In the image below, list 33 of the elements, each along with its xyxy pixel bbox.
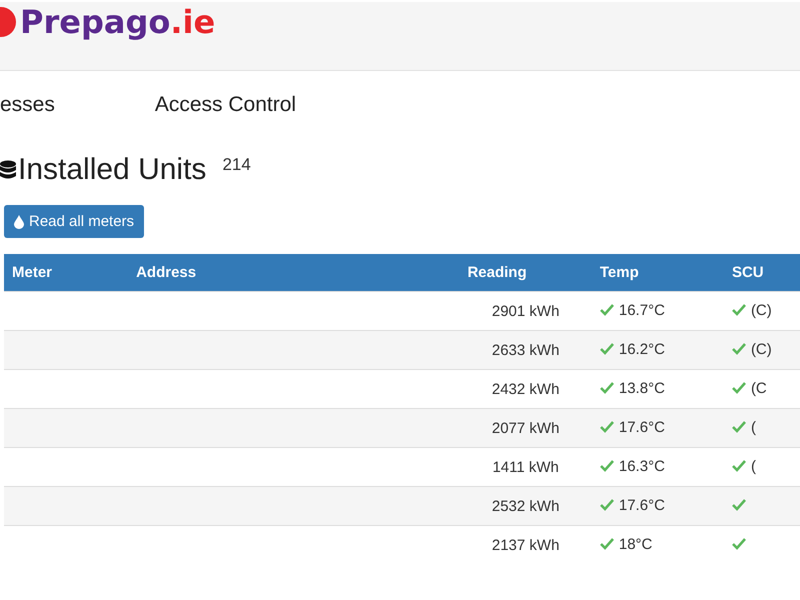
temperature: 16.2°C bbox=[618, 340, 665, 358]
temperature: 17.6°C bbox=[618, 418, 665, 436]
meter-reading: 2901 kWh bbox=[492, 302, 560, 320]
meter-reading: 2532 kWh bbox=[492, 498, 560, 514]
column-header: Meter bbox=[4, 254, 128, 292]
scu-status: (C bbox=[750, 380, 767, 397]
drop-icon bbox=[14, 214, 24, 228]
scu-status: ( bbox=[750, 418, 756, 436]
column-header: Address bbox=[128, 254, 460, 292]
column-header: SCU bbox=[724, 254, 800, 292]
read-all-meters-button[interactable]: Read all meters bbox=[4, 205, 144, 238]
nav-link[interactable]: esses bbox=[0, 93, 55, 123]
logo-mark-icon bbox=[0, 7, 16, 37]
temperature: 16.3°C bbox=[618, 458, 665, 475]
column-header: Temp bbox=[592, 254, 724, 292]
meter-reading: 2077 kWh bbox=[492, 420, 560, 436]
meter-reading: 2633 kWh bbox=[492, 342, 560, 358]
temperature: 16.7°C bbox=[618, 302, 665, 319]
meter-reading: 2137 kWh bbox=[492, 536, 560, 554]
logo[interactable]: Prepago.ie bbox=[20, 3, 216, 41]
temperature: 17.6°C bbox=[618, 496, 665, 514]
meter-reading: 1411 kWh bbox=[492, 458, 559, 476]
temperature: 18°C bbox=[618, 536, 652, 553]
database-icon bbox=[0, 160, 16, 180]
scu-status: ( bbox=[750, 458, 756, 475]
temperature: 13.8°C bbox=[618, 380, 665, 397]
page-title: Installed Units bbox=[18, 153, 206, 187]
nav-link[interactable]: Access Control bbox=[154, 93, 296, 123]
column-header: Reading bbox=[459, 254, 592, 292]
scu-status: (C) bbox=[750, 340, 772, 358]
scu-status: (C) bbox=[750, 302, 772, 319]
meter-reading: 2432 kWh bbox=[492, 380, 560, 398]
unit-count: 214 bbox=[222, 155, 251, 175]
